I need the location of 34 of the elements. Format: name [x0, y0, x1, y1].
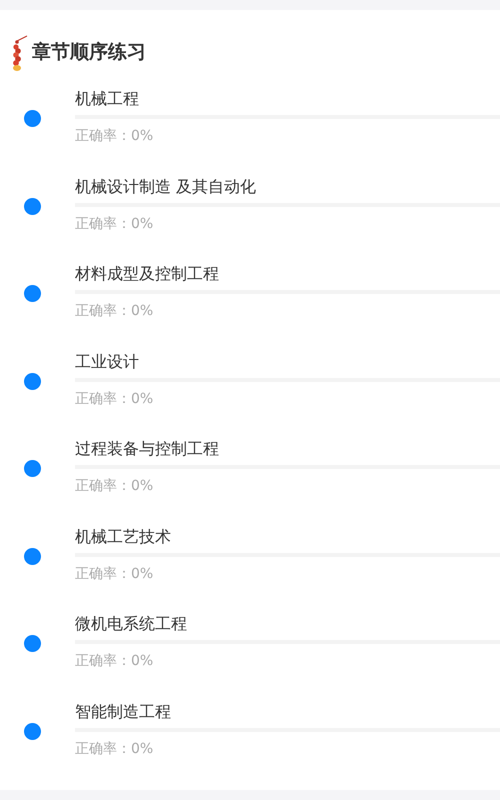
bullet-dot-icon: [24, 635, 41, 652]
accuracy-text: 正确率：0%: [75, 477, 154, 496]
bullet-dot-icon: [24, 285, 41, 302]
accuracy-text: 正确率：0%: [75, 652, 154, 671]
chapter-item[interactable]: 工业设计 正确率：0%: [0, 350, 500, 438]
chapter-name: 过程装备与控制工程: [75, 438, 220, 460]
bullet-dot-icon: [24, 372, 41, 390]
chapter-name: 工业设计: [75, 350, 140, 372]
chapter-name: 微机电系统工程: [75, 613, 188, 635]
firecracker-icon: [12, 35, 28, 73]
section-title: 章节顺序练习: [32, 40, 146, 65]
chapter-item[interactable]: 微机电系统工程 正确率：0%: [0, 613, 500, 700]
chapter-item[interactable]: 材料成型及控制工程 正确率：0%: [0, 263, 500, 350]
bullet-dot-icon: [24, 460, 41, 477]
chapter-item[interactable]: 机械工艺技术 正确率：0%: [0, 526, 500, 613]
accuracy-text: 正确率：0%: [75, 740, 154, 758]
accuracy-text: 正确率：0%: [75, 127, 154, 146]
accuracy-text: 正确率：0%: [75, 390, 154, 408]
chapter-item[interactable]: 机械工程 正确率：0%: [0, 88, 500, 176]
chapter-name: 机械工艺技术: [75, 526, 172, 548]
chapter-item[interactable]: 过程装备与控制工程 正确率：0%: [0, 438, 500, 526]
accuracy-text: 正确率：0%: [75, 214, 154, 234]
chapter-name: 机械设计制造 及其自动化: [75, 176, 258, 198]
bullet-dot-icon: [24, 548, 41, 564]
bullet-dot-icon: [24, 110, 41, 127]
chapter-name: 机械工程: [75, 88, 140, 110]
accuracy-text: 正确率：0%: [75, 302, 154, 321]
chapter-name: 材料成型及控制工程: [75, 263, 220, 285]
bullet-dot-icon: [24, 722, 41, 740]
chapter-item[interactable]: 智能制造工程 正确率：0%: [0, 700, 500, 788]
bullet-dot-icon: [24, 198, 41, 214]
accuracy-text: 正确率：0%: [75, 564, 154, 584]
chapter-item[interactable]: 机械设计制造 及其自动化 正确率：0%: [0, 176, 500, 263]
chapter-name: 智能制造工程: [75, 700, 172, 722]
